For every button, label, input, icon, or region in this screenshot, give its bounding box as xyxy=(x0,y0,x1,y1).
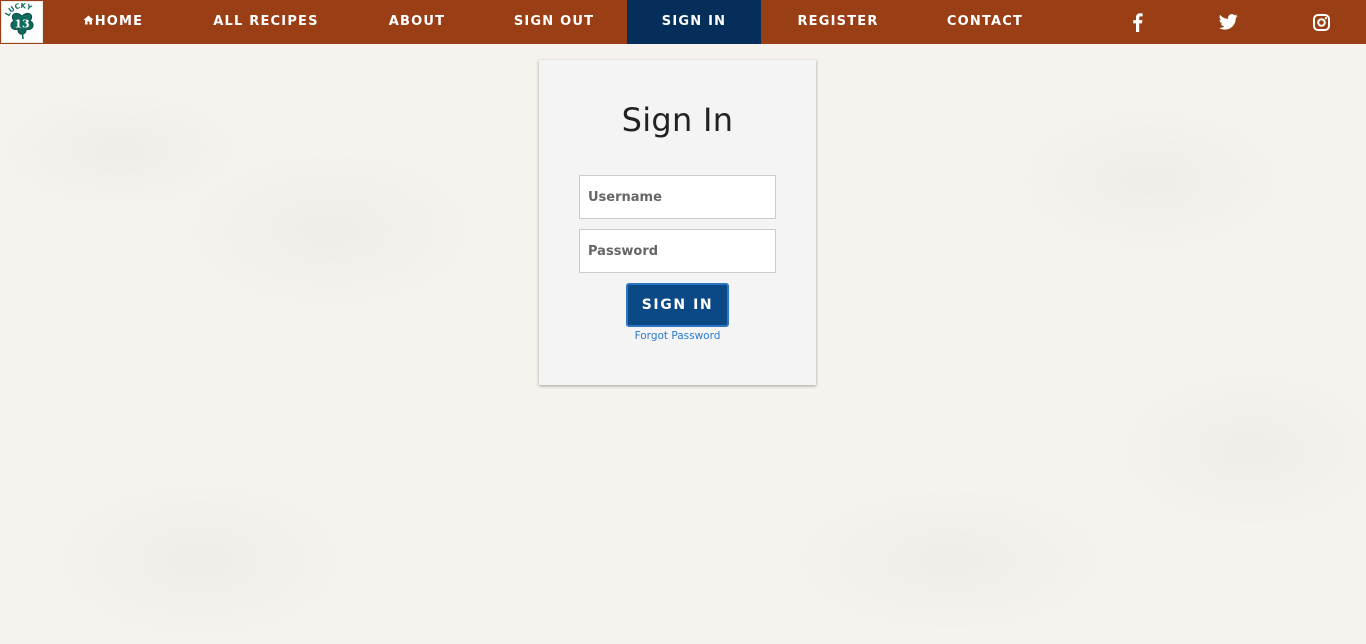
svg-text:13: 13 xyxy=(14,18,29,31)
facebook-icon xyxy=(1132,12,1143,32)
nav-home[interactable]: HOME xyxy=(80,0,146,44)
instagram-icon xyxy=(1312,13,1330,31)
nav-all-recipes[interactable]: ALL RECIPES xyxy=(200,0,332,44)
top-navbar: LUCKY 13 HOME ALL RECIPES ABOUT SIGN OUT… xyxy=(0,0,1366,44)
nav-register[interactable]: REGISTER xyxy=(787,0,889,44)
nav-home-label: HOME xyxy=(94,14,144,29)
home-icon xyxy=(83,15,94,25)
password-input[interactable] xyxy=(579,229,776,273)
nav-sign-out[interactable]: SIGN OUT xyxy=(505,0,603,44)
facebook-link[interactable] xyxy=(1122,0,1152,44)
nav-about[interactable]: ABOUT xyxy=(377,0,457,44)
nav-contact[interactable]: CONTACT xyxy=(936,0,1034,44)
instagram-link[interactable] xyxy=(1305,0,1337,44)
username-input[interactable] xyxy=(579,175,776,219)
site-logo[interactable]: LUCKY 13 xyxy=(1,1,43,43)
twitter-icon xyxy=(1218,14,1238,30)
nav-sign-in[interactable]: SIGN IN xyxy=(627,0,761,44)
sign-in-button[interactable]: SIGN IN xyxy=(626,283,729,327)
lucky-13-logo-icon: LUCKY 13 xyxy=(2,2,42,42)
twitter-link[interactable] xyxy=(1212,0,1244,44)
forgot-password-link[interactable]: Forgot Password xyxy=(579,329,776,343)
sign-in-title: Sign In xyxy=(621,101,734,139)
